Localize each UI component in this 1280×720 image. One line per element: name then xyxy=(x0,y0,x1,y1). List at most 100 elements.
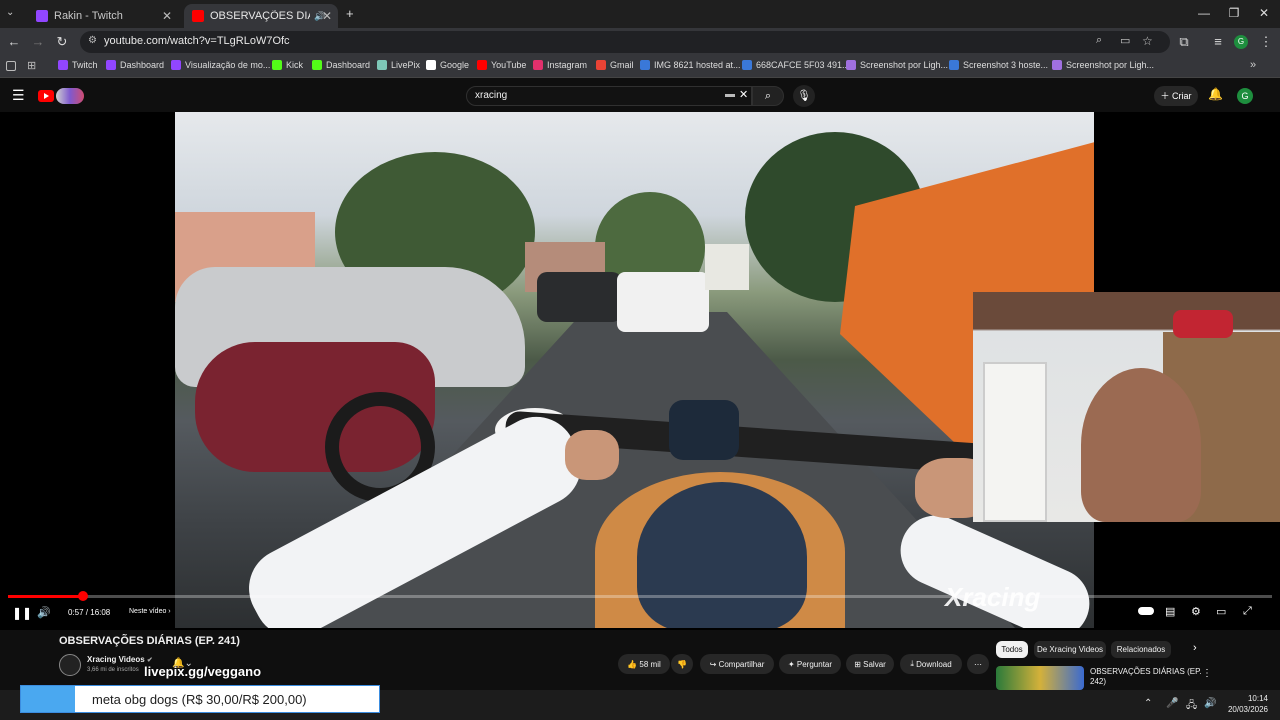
save-button[interactable]: ⊞ Salvar xyxy=(846,654,894,674)
clear-search-icon[interactable]: ✕ xyxy=(739,88,748,101)
reload-icon[interactable]: ↻ xyxy=(54,34,70,50)
share-button[interactable]: ↪ Compartilhar xyxy=(700,654,774,674)
channel-avatar[interactable] xyxy=(59,654,81,676)
tray-overflow-icon[interactable]: ⌃ xyxy=(1144,698,1152,709)
livepix-overlay: livepix.gg/veggano xyxy=(144,664,262,679)
doodle-logo-icon[interactable] xyxy=(56,88,84,104)
close-window-icon[interactable]: ✕ xyxy=(1254,6,1274,20)
reading-list-icon[interactable]: ≡ xyxy=(1210,34,1226,49)
chip-from-channel[interactable]: De Xracing Videos xyxy=(1034,641,1106,658)
thumbs-up-icon: 👍 xyxy=(627,659,638,669)
more-actions-button[interactable]: ⋯ xyxy=(967,654,989,674)
restore-icon[interactable]: ❐ xyxy=(1224,6,1244,20)
extensions-icon[interactable]: ⧉ xyxy=(1176,34,1192,50)
bookmark-item[interactable]: Twitch xyxy=(58,60,98,70)
voice-search-button[interactable]: 🎙 xyxy=(793,85,815,107)
tab-search-icon[interactable]: ⌄ xyxy=(6,7,14,18)
cast-icon[interactable]: ▭ xyxy=(1120,34,1130,47)
channel-name[interactable]: Xracing Videos ✔ xyxy=(87,655,153,664)
bookmark-label: 668CAFCE 5F03 491... xyxy=(756,60,850,70)
tab-groups-icon[interactable] xyxy=(6,61,16,71)
twitch-favicon-icon xyxy=(36,10,48,22)
back-icon[interactable]: ← xyxy=(6,34,22,49)
chips-next-icon[interactable]: › xyxy=(1193,642,1197,654)
search-icon: ⌕ xyxy=(764,90,772,102)
close-tab-icon[interactable]: ✕ xyxy=(162,9,172,23)
menu-kebab-icon[interactable]: ⋮ xyxy=(1258,34,1274,50)
progress-fill xyxy=(8,595,83,598)
progress-bar[interactable] xyxy=(8,591,1272,601)
like-button[interactable]: 👍 58 mil xyxy=(618,654,670,674)
settings-gear-icon[interactable]: ⚙ xyxy=(1191,605,1201,618)
bookmark-item[interactable]: Google xyxy=(426,60,469,70)
zoom-icon[interactable]: ⌕ xyxy=(1096,34,1102,47)
search-button[interactable]: ⌕ xyxy=(752,86,784,106)
bookmark-item[interactable]: Screenshot por Ligh... xyxy=(846,60,948,70)
tray-network-icon[interactable]: 🖧 xyxy=(1186,698,1197,715)
bookmark-label: IMG 8621 hosted at... xyxy=(654,60,741,70)
download-button[interactable]: ⤓ Download xyxy=(900,654,962,674)
site-info-icon[interactable]: ⚙ xyxy=(88,35,97,46)
bookmark-item[interactable]: Screenshot por Ligh... xyxy=(1052,60,1154,70)
create-label: Criar xyxy=(1172,91,1192,101)
video-player[interactable]: Xracing ❚❚ 🔊 0:57 / 16:08 Neste vídeo › … xyxy=(0,112,1280,630)
youtube-favicon-icon xyxy=(192,10,204,22)
chip-related[interactable]: Relacionados xyxy=(1111,641,1171,658)
subtitles-icon[interactable]: ▤ xyxy=(1165,605,1175,618)
chip-all[interactable]: Todos xyxy=(996,641,1028,658)
bookmark-item[interactable]: Screenshot 3 hoste... xyxy=(949,60,1048,70)
related-menu-icon[interactable]: ⋮ xyxy=(1202,668,1212,679)
bookmark-item[interactable]: Dashboard xyxy=(106,60,164,70)
url-text: youtube.com/watch?v=TLgRLoW7Ofc xyxy=(104,35,290,47)
share-label: Compartilhar xyxy=(718,659,765,669)
bookmark-item[interactable]: Gmail xyxy=(596,60,634,70)
bookmark-item[interactable]: YouTube xyxy=(477,60,526,70)
forward-icon[interactable]: → xyxy=(30,34,46,49)
new-tab-icon[interactable]: + xyxy=(346,6,354,21)
search-input[interactable]: xracing ▬ ✕ xyxy=(466,86,752,106)
tray-mic-icon[interactable]: 🎤 xyxy=(1166,698,1178,709)
tray-volume-icon[interactable]: 🔊 xyxy=(1204,698,1216,709)
keyboard-icon[interactable]: ▬ xyxy=(725,89,735,100)
address-bar[interactable]: ⚙ youtube.com/watch?v=TLgRLoW7Ofc ⌕ ▭ ☆ xyxy=(80,31,1170,53)
video-frame[interactable]: Xracing xyxy=(175,112,1094,628)
notifications-bell-icon[interactable]: 🔔 xyxy=(1208,87,1223,101)
related-thumbnail[interactable] xyxy=(996,666,1084,690)
bookmark-item[interactable]: LivePix xyxy=(377,60,420,70)
progress-scrubber[interactable] xyxy=(77,591,88,601)
chapter-button[interactable]: Neste vídeo › xyxy=(129,608,171,615)
account-avatar[interactable]: G xyxy=(1237,88,1253,104)
share-icon: ↪ xyxy=(709,659,717,669)
volume-icon[interactable]: 🔊 xyxy=(37,606,51,619)
more-horizontal-icon: ⋯ xyxy=(974,659,982,669)
bookmark-item[interactable]: Instagram xyxy=(533,60,587,70)
bookmark-item[interactable]: IMG 8621 hosted at... xyxy=(640,60,741,70)
system-clock[interactable]: 10:14 20/03/2026 xyxy=(1226,693,1268,715)
dislike-button[interactable]: 👎 xyxy=(671,654,693,674)
profile-avatar[interactable]: G xyxy=(1234,35,1248,49)
pause-icon[interactable]: ❚❚ xyxy=(12,606,32,620)
close-tab-icon[interactable]: ✕ xyxy=(322,9,332,23)
bookmark-star-icon[interactable]: ☆ xyxy=(1142,34,1153,48)
ask-button[interactable]: ✦ Perguntar xyxy=(779,654,841,674)
youtube-logo-icon[interactable] xyxy=(38,90,54,102)
related-video-title[interactable]: OBSERVAÇÕES DIÁRIAS (EP. 242) xyxy=(1090,667,1202,687)
theater-mode-icon[interactable]: ▭ xyxy=(1216,605,1226,618)
bookmark-item[interactable]: Visualização de mo... xyxy=(171,60,270,70)
bookmark-item[interactable]: Kick xyxy=(272,60,303,70)
fullscreen-icon[interactable]: ⤢ xyxy=(1243,605,1252,618)
tab-youtube[interactable]: OBSERVAÇÕES DIÁRIAS (EP... 🔊 ✕ xyxy=(184,4,338,28)
bus-distant xyxy=(705,244,749,290)
minimize-icon[interactable]: — xyxy=(1194,6,1214,20)
tab-twitch[interactable]: Rakin - Twitch ✕ xyxy=(28,4,178,28)
create-button[interactable]: ＋ Criar xyxy=(1154,86,1198,106)
related-title-line1: OBSERVAÇÕES DIÁRIAS (EP. xyxy=(1090,667,1202,676)
bookmark-item[interactable]: Dashboard xyxy=(312,60,370,70)
autoplay-toggle[interactable] xyxy=(1138,607,1154,615)
bookmark-item[interactable]: 668CAFCE 5F03 491... xyxy=(742,60,850,70)
bookmark-favicon-icon xyxy=(106,60,116,70)
dashboard-display xyxy=(669,400,739,460)
hamburger-menu-icon[interactable]: ☰ xyxy=(12,87,25,104)
apps-grid-icon[interactable]: ⊞ xyxy=(27,59,36,72)
more-bookmarks-icon[interactable]: » xyxy=(1250,59,1256,71)
